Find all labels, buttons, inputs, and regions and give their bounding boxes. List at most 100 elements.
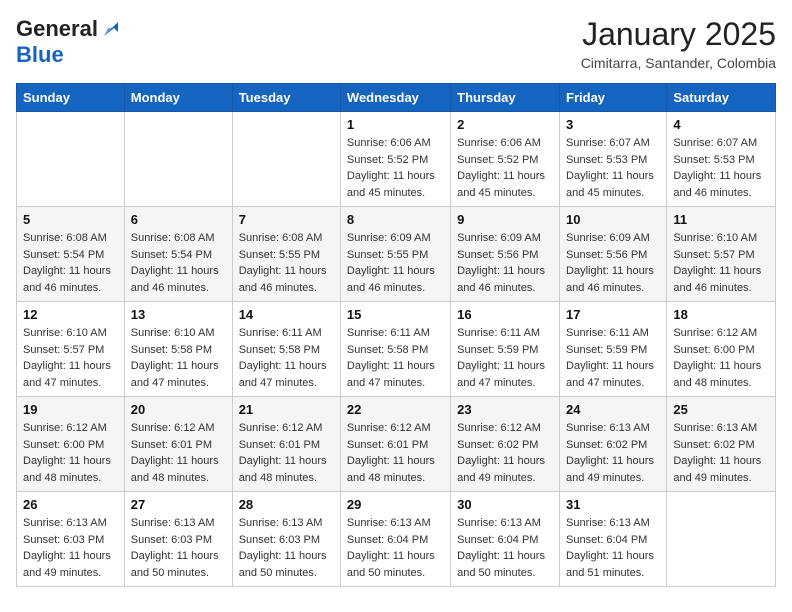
- day-number: 26: [23, 497, 118, 512]
- day-info: Sunrise: 6:10 AM Sunset: 5:58 PM Dayligh…: [131, 325, 226, 391]
- calendar-cell: 10 Sunrise: 6:09 AM Sunset: 5:56 PM Dayli…: [560, 207, 667, 302]
- calendar-header-row: SundayMondayTuesdayWednesdayThursdayFrid…: [17, 84, 776, 112]
- day-number: 16: [457, 307, 553, 322]
- calendar-week-row: 5 Sunrise: 6:08 AM Sunset: 5:54 PM Daylig…: [17, 207, 776, 302]
- day-number: 24: [566, 402, 660, 417]
- day-number: 23: [457, 402, 553, 417]
- day-info: Sunrise: 6:06 AM Sunset: 5:52 PM Dayligh…: [457, 135, 553, 201]
- weekday-header: Tuesday: [232, 84, 340, 112]
- day-number: 5: [23, 212, 118, 227]
- calendar-cell: 5 Sunrise: 6:08 AM Sunset: 5:54 PM Daylig…: [17, 207, 125, 302]
- day-number: 2: [457, 117, 553, 132]
- day-number: 13: [131, 307, 226, 322]
- calendar-cell: 4Sunrise: 6:07 AM Sunset: 5:53 PM Daylig…: [667, 112, 776, 207]
- day-info: Sunrise: 6:11 AM Sunset: 5:58 PM Dayligh…: [239, 325, 334, 391]
- day-number: 12: [23, 307, 118, 322]
- day-info: Sunrise: 6:13 AM Sunset: 6:04 PM Dayligh…: [566, 515, 660, 581]
- calendar-cell: [124, 112, 232, 207]
- location: Cimitarra, Santander, Colombia: [581, 55, 776, 71]
- day-info: Sunrise: 6:12 AM Sunset: 6:00 PM Dayligh…: [23, 420, 118, 486]
- weekday-header: Monday: [124, 84, 232, 112]
- day-info: Sunrise: 6:13 AM Sunset: 6:02 PM Dayligh…: [673, 420, 769, 486]
- calendar-cell: 18 Sunrise: 6:12 AM Sunset: 6:00 PM Dayli…: [667, 302, 776, 397]
- day-info: Sunrise: 6:13 AM Sunset: 6:03 PM Dayligh…: [239, 515, 334, 581]
- month-title: January 2025: [581, 16, 776, 53]
- calendar-cell: 9Sunrise: 6:09 AM Sunset: 5:56 PM Daylig…: [451, 207, 560, 302]
- day-info: Sunrise: 6:13 AM Sunset: 6:03 PM Dayligh…: [131, 515, 226, 581]
- calendar-cell: [232, 112, 340, 207]
- day-number: 29: [347, 497, 444, 512]
- day-number: 28: [239, 497, 334, 512]
- day-number: 14: [239, 307, 334, 322]
- day-number: 27: [131, 497, 226, 512]
- logo: General Blue: [16, 16, 122, 68]
- weekday-header: Wednesday: [340, 84, 450, 112]
- calendar-week-row: 19Sunrise: 6:12 AM Sunset: 6:00 PM Dayli…: [17, 397, 776, 492]
- day-info: Sunrise: 6:12 AM Sunset: 6:00 PM Dayligh…: [673, 325, 769, 391]
- calendar-cell: 12 Sunrise: 6:10 AM Sunset: 5:57 PM Dayli…: [17, 302, 125, 397]
- calendar-cell: 29 Sunrise: 6:13 AM Sunset: 6:04 PM Dayli…: [340, 492, 450, 587]
- day-number: 6: [131, 212, 226, 227]
- day-info: Sunrise: 6:13 AM Sunset: 6:04 PM Dayligh…: [347, 515, 444, 581]
- calendar-cell: 30 Sunrise: 6:13 AM Sunset: 6:04 PM Dayli…: [451, 492, 560, 587]
- calendar-cell: 19Sunrise: 6:12 AM Sunset: 6:00 PM Dayli…: [17, 397, 125, 492]
- day-number: 4: [673, 117, 769, 132]
- day-number: 10: [566, 212, 660, 227]
- calendar-week-row: 12 Sunrise: 6:10 AM Sunset: 5:57 PM Dayli…: [17, 302, 776, 397]
- calendar-cell: [667, 492, 776, 587]
- calendar-cell: 25 Sunrise: 6:13 AM Sunset: 6:02 PM Dayli…: [667, 397, 776, 492]
- calendar-cell: 27 Sunrise: 6:13 AM Sunset: 6:03 PM Dayli…: [124, 492, 232, 587]
- day-number: 18: [673, 307, 769, 322]
- day-info: Sunrise: 6:11 AM Sunset: 5:58 PM Dayligh…: [347, 325, 444, 391]
- title-block: January 2025 Cimitarra, Santander, Colom…: [581, 16, 776, 71]
- day-number: 7: [239, 212, 334, 227]
- day-info: Sunrise: 6:09 AM Sunset: 5:55 PM Dayligh…: [347, 230, 444, 296]
- day-info: Sunrise: 6:08 AM Sunset: 5:55 PM Dayligh…: [239, 230, 334, 296]
- day-info: Sunrise: 6:13 AM Sunset: 6:03 PM Dayligh…: [23, 515, 118, 581]
- day-info: Sunrise: 6:09 AM Sunset: 5:56 PM Dayligh…: [457, 230, 553, 296]
- calendar-cell: 7 Sunrise: 6:08 AM Sunset: 5:55 PM Daylig…: [232, 207, 340, 302]
- calendar-cell: 11Sunrise: 6:10 AM Sunset: 5:57 PM Dayli…: [667, 207, 776, 302]
- calendar-table: SundayMondayTuesdayWednesdayThursdayFrid…: [16, 83, 776, 587]
- day-info: Sunrise: 6:08 AM Sunset: 5:54 PM Dayligh…: [131, 230, 226, 296]
- calendar-cell: 21 Sunrise: 6:12 AM Sunset: 6:01 PM Dayli…: [232, 397, 340, 492]
- calendar-cell: 23 Sunrise: 6:12 AM Sunset: 6:02 PM Dayli…: [451, 397, 560, 492]
- calendar-cell: 16 Sunrise: 6:11 AM Sunset: 5:59 PM Dayli…: [451, 302, 560, 397]
- day-info: Sunrise: 6:13 AM Sunset: 6:02 PM Dayligh…: [566, 420, 660, 486]
- day-info: Sunrise: 6:07 AM Sunset: 5:53 PM Dayligh…: [566, 135, 660, 201]
- weekday-header: Saturday: [667, 84, 776, 112]
- day-info: Sunrise: 6:06 AM Sunset: 5:52 PM Dayligh…: [347, 135, 444, 201]
- calendar-cell: 13 Sunrise: 6:10 AM Sunset: 5:58 PM Dayli…: [124, 302, 232, 397]
- day-number: 17: [566, 307, 660, 322]
- page-header: General Blue January 2025 Cimitarra, San…: [16, 16, 776, 71]
- calendar-cell: 26 Sunrise: 6:13 AM Sunset: 6:03 PM Dayli…: [17, 492, 125, 587]
- day-info: Sunrise: 6:10 AM Sunset: 5:57 PM Dayligh…: [23, 325, 118, 391]
- day-info: Sunrise: 6:08 AM Sunset: 5:54 PM Dayligh…: [23, 230, 118, 296]
- day-number: 30: [457, 497, 553, 512]
- day-number: 15: [347, 307, 444, 322]
- day-info: Sunrise: 6:12 AM Sunset: 6:02 PM Dayligh…: [457, 420, 553, 486]
- calendar-cell: 31 Sunrise: 6:13 AM Sunset: 6:04 PM Dayli…: [560, 492, 667, 587]
- calendar-cell: [17, 112, 125, 207]
- calendar-week-row: 26 Sunrise: 6:13 AM Sunset: 6:03 PM Dayli…: [17, 492, 776, 587]
- day-info: Sunrise: 6:11 AM Sunset: 5:59 PM Dayligh…: [566, 325, 660, 391]
- calendar-cell: 6 Sunrise: 6:08 AM Sunset: 5:54 PM Daylig…: [124, 207, 232, 302]
- logo-blue: Blue: [16, 42, 64, 68]
- day-info: Sunrise: 6:09 AM Sunset: 5:56 PM Dayligh…: [566, 230, 660, 296]
- day-info: Sunrise: 6:11 AM Sunset: 5:59 PM Dayligh…: [457, 325, 553, 391]
- calendar-cell: 14 Sunrise: 6:11 AM Sunset: 5:58 PM Dayli…: [232, 302, 340, 397]
- logo-general: General: [16, 16, 98, 42]
- day-number: 31: [566, 497, 660, 512]
- weekday-header: Sunday: [17, 84, 125, 112]
- day-number: 21: [239, 402, 334, 417]
- day-number: 25: [673, 402, 769, 417]
- calendar-cell: 17 Sunrise: 6:11 AM Sunset: 5:59 PM Dayli…: [560, 302, 667, 397]
- calendar-week-row: 1Sunrise: 6:06 AM Sunset: 5:52 PM Daylig…: [17, 112, 776, 207]
- calendar-cell: 15 Sunrise: 6:11 AM Sunset: 5:58 PM Dayli…: [340, 302, 450, 397]
- day-number: 3: [566, 117, 660, 132]
- day-number: 22: [347, 402, 444, 417]
- day-info: Sunrise: 6:13 AM Sunset: 6:04 PM Dayligh…: [457, 515, 553, 581]
- calendar-cell: 24 Sunrise: 6:13 AM Sunset: 6:02 PM Dayli…: [560, 397, 667, 492]
- calendar-cell: 8Sunrise: 6:09 AM Sunset: 5:55 PM Daylig…: [340, 207, 450, 302]
- day-info: Sunrise: 6:12 AM Sunset: 6:01 PM Dayligh…: [239, 420, 334, 486]
